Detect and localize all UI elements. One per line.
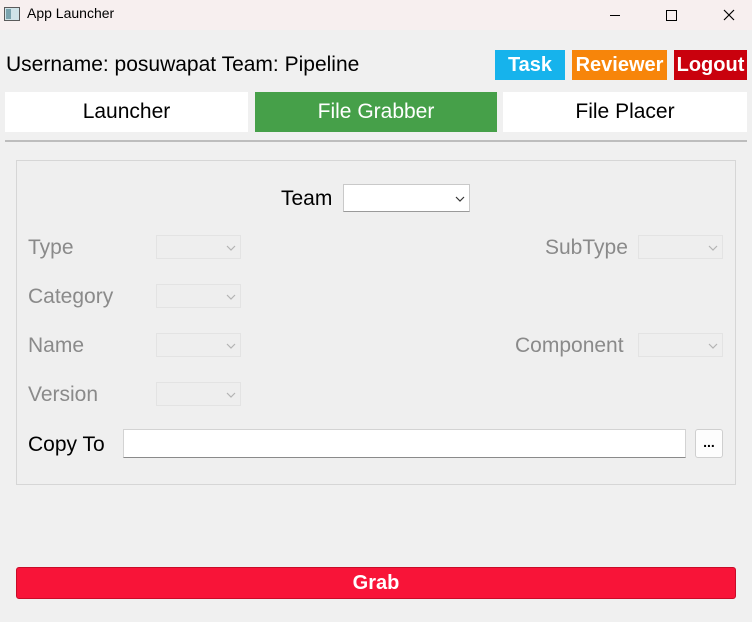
task-button[interactable]: Task bbox=[495, 50, 565, 80]
type-dropdown[interactable] bbox=[156, 235, 241, 259]
chevron-down-icon bbox=[455, 196, 465, 202]
version-label: Version bbox=[28, 383, 99, 406]
chevron-down-icon bbox=[708, 343, 718, 349]
version-dropdown[interactable] bbox=[156, 382, 241, 406]
title-bar: App Launcher bbox=[0, 0, 752, 30]
minimize-icon bbox=[610, 14, 620, 16]
logout-button[interactable]: Logout bbox=[674, 50, 747, 80]
name-label: Name bbox=[28, 334, 85, 357]
copy-to-input[interactable] bbox=[123, 429, 686, 458]
subtype-dropdown[interactable] bbox=[638, 235, 723, 259]
team-label: Team bbox=[281, 187, 333, 210]
chevron-down-icon bbox=[226, 245, 236, 251]
reviewer-button[interactable]: Reviewer bbox=[572, 50, 667, 80]
close-button[interactable] bbox=[706, 0, 752, 30]
chevron-down-icon bbox=[708, 245, 718, 251]
grab-button[interactable]: Grab bbox=[16, 567, 736, 599]
chevron-down-icon bbox=[226, 294, 236, 300]
tab-divider bbox=[5, 140, 747, 142]
component-label: Component bbox=[515, 334, 624, 357]
maximize-icon bbox=[665, 9, 677, 21]
category-dropdown[interactable] bbox=[156, 284, 241, 308]
name-dropdown[interactable] bbox=[156, 333, 241, 357]
minimize-button[interactable] bbox=[592, 0, 638, 30]
tab-file-grabber[interactable]: File Grabber bbox=[255, 92, 497, 132]
category-label: Category bbox=[28, 285, 114, 308]
component-dropdown[interactable] bbox=[638, 333, 723, 357]
user-info: Username: posuwapat Team: Pipeline bbox=[6, 53, 360, 76]
tab-launcher[interactable]: Launcher bbox=[5, 92, 248, 132]
chevron-down-icon bbox=[226, 343, 236, 349]
app-icon bbox=[4, 7, 20, 21]
close-icon bbox=[723, 9, 735, 21]
subtype-label: SubType bbox=[545, 236, 628, 259]
team-dropdown[interactable] bbox=[343, 184, 470, 212]
chevron-down-icon bbox=[226, 392, 236, 398]
type-label: Type bbox=[28, 236, 74, 259]
browse-button[interactable]: ... bbox=[695, 429, 723, 458]
maximize-button[interactable] bbox=[648, 0, 694, 30]
copy-to-label: Copy To bbox=[28, 433, 105, 456]
tab-file-placer[interactable]: File Placer bbox=[503, 92, 747, 132]
window-title: App Launcher bbox=[27, 5, 115, 21]
